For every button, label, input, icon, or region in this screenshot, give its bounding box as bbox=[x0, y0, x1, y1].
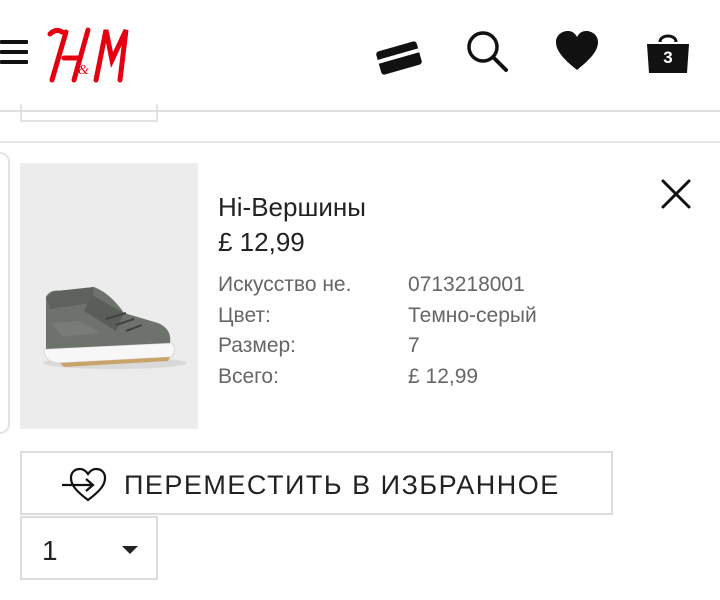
menu-icon[interactable] bbox=[0, 38, 30, 66]
shopping-bag-icon[interactable]: 3 bbox=[644, 28, 692, 76]
total-label: Всего: bbox=[218, 365, 279, 388]
previous-item-quantity-box bbox=[20, 104, 158, 122]
svg-text:&: & bbox=[78, 63, 89, 78]
close-icon[interactable] bbox=[656, 174, 696, 214]
move-to-favourites-button[interactable]: ПЕРЕМЕСТИТЬ В ИЗБРАННОЕ bbox=[20, 451, 613, 515]
total-value: £ 12,99 bbox=[408, 365, 479, 388]
size-label: Размер: bbox=[218, 334, 297, 357]
quantity-value: 1 bbox=[42, 535, 58, 566]
color-value: Темно-серый bbox=[408, 304, 537, 327]
credit-card-icon[interactable] bbox=[374, 40, 424, 76]
move-to-favourites-label: ПЕРЕМЕСТИТЬ В ИЗБРАННОЕ bbox=[124, 470, 560, 500]
heart-icon[interactable] bbox=[554, 30, 600, 74]
hm-logo[interactable]: & bbox=[44, 18, 134, 88]
section-divider bbox=[0, 141, 720, 143]
size-value: 7 bbox=[408, 334, 420, 357]
article-number-label: Искусство не. bbox=[218, 273, 352, 296]
top-header: & 3 bbox=[0, 0, 720, 110]
color-label: Цвет: bbox=[218, 304, 271, 327]
search-icon[interactable] bbox=[464, 28, 510, 74]
product-price: £ 12,99 bbox=[218, 227, 305, 257]
article-number-value: 0713218001 bbox=[408, 273, 525, 296]
heart-arrow-icon bbox=[62, 467, 112, 503]
previous-card-edge bbox=[0, 152, 10, 434]
chevron-down-icon bbox=[122, 546, 138, 554]
product-name[interactable]: Hi-Вершины bbox=[218, 192, 366, 223]
header-divider bbox=[0, 110, 720, 112]
quantity-select[interactable]: 1 bbox=[20, 516, 158, 580]
bag-count-badge: 3 bbox=[663, 48, 673, 67]
product-image[interactable] bbox=[20, 163, 198, 429]
